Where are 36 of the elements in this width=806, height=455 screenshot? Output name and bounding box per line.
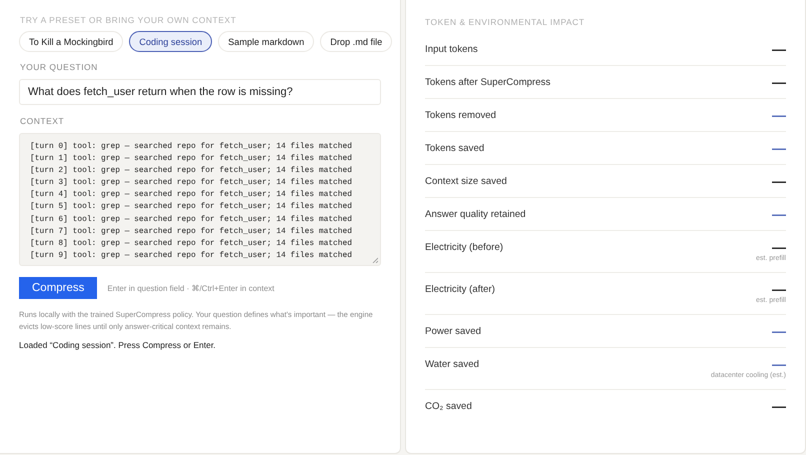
metric-value: — [772, 142, 786, 154]
metric-value: — [772, 175, 786, 187]
metric-label: Answer quality retained [425, 208, 527, 220]
preset-chip[interactable]: To Kill a Mockingbird [19, 31, 124, 52]
metric-value: — [772, 400, 786, 412]
metric-label: Tokens removed [425, 110, 498, 120]
metric-value: — [772, 43, 786, 55]
preset-chip[interactable]: Sample markdown [218, 31, 314, 52]
preset-chip[interactable]: Drop .md file [320, 31, 392, 52]
metric-label: Power saved [425, 326, 482, 336]
metric-value: — [772, 358, 786, 370]
metric-value: — [772, 109, 786, 121]
metric-label: Water saved [425, 358, 480, 370]
context-field[interactable] [19, 133, 381, 266]
metric-label: Tokens saved [425, 142, 486, 154]
metric-value: — [772, 325, 786, 337]
section-label: CONTEXT [20, 116, 66, 126]
metric-label: Electricity (before) [425, 242, 504, 252]
question-field[interactable]: What does fetch_user return when the row is missing? [19, 79, 381, 105]
metric-label: Electricity (after) [425, 284, 496, 294]
section-label: YOUR QUESTION [20, 62, 99, 72]
preset-chip[interactable]: Coding session [129, 31, 212, 52]
metric-label: CO₂ saved [425, 400, 473, 412]
metric-value: — [772, 283, 786, 295]
metric-value: — [772, 208, 786, 220]
metric-label: Input tokens [425, 44, 479, 54]
status-message: Loaded “Coding session”. Press Compress or Enter. [19, 340, 217, 350]
shortcut-hint: Enter in question field · ⌘/Ctrl+Enter in context [107, 284, 274, 292]
metric-label: Tokens after SuperCompress [425, 76, 552, 88]
metric-label: Context size saved [425, 176, 508, 186]
section-label: TRY A PRESET OR BRING YOUR OWN CONTEXT [20, 15, 238, 25]
metric-value: — [772, 241, 786, 253]
metric-value: — [772, 76, 786, 88]
resize-grip-icon[interactable] [372, 257, 378, 263]
section-title: TOKEN & ENVIRONMENTAL IMPACT [425, 17, 586, 27]
compress-button[interactable]: Compress [19, 277, 98, 299]
